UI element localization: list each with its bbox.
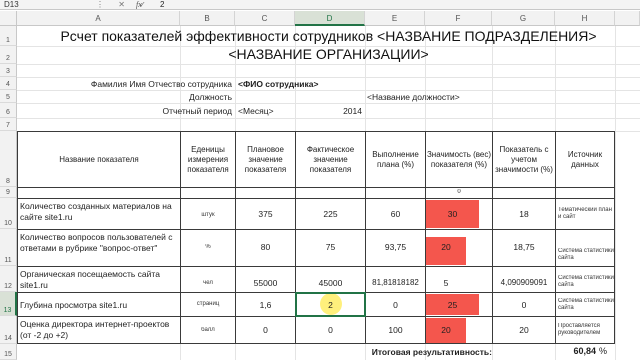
row11-name[interactable]: Количество вопросов пользователей с отве…	[20, 232, 178, 254]
header-name: Название показателя	[59, 155, 139, 164]
row-header-1[interactable]: 1	[0, 26, 17, 46]
row11-unit[interactable]: %	[181, 244, 235, 251]
title-line-1: Рсчет показателей эффективности сотрудни…	[60, 28, 597, 44]
row11-plan[interactable]: 80	[236, 242, 295, 252]
row-header-3[interactable]: 3	[0, 64, 17, 77]
row10-completion[interactable]: 60	[366, 209, 425, 219]
row14-fact[interactable]: 0	[296, 325, 365, 335]
row11-completion[interactable]: 93,75	[366, 242, 425, 252]
row13-plan[interactable]: 1,6	[236, 300, 295, 310]
header-source: Источник данных	[567, 150, 603, 169]
insert-function-icon[interactable]: fx	[136, 0, 142, 9]
row10-unit[interactable]: штук	[181, 212, 235, 219]
row-header-15[interactable]: 15	[0, 344, 17, 360]
active-cell-d13[interactable]	[295, 292, 366, 317]
header-completion: Выполнение плана (%)	[372, 150, 419, 169]
header-weighted: Показатель с учетом значимости (%)	[495, 145, 553, 174]
formula-bar: D13 ⋮ ✕ ✓ fx 2	[0, 0, 640, 10]
row12-weight[interactable]: 5	[426, 278, 466, 288]
row10-name[interactable]: Количество созданных материалов на сайте…	[20, 201, 178, 223]
column-header-a[interactable]: A	[17, 11, 180, 26]
row-header-14[interactable]: 14	[0, 316, 17, 344]
header-plan: Плановое значение показателя	[244, 145, 287, 174]
row9-weight-zero[interactable]: 0	[426, 189, 492, 195]
period-label: Отчетный период	[162, 106, 233, 116]
row14-weighted[interactable]: 20	[493, 325, 555, 335]
row14-plan[interactable]: 0	[236, 325, 295, 335]
row-header-2[interactable]: 2	[0, 46, 17, 64]
row13-unit[interactable]: страниц	[181, 301, 235, 308]
row-header-11[interactable]: 11	[0, 229, 17, 266]
spreadsheet-grid[interactable]: Рсчет показателей эффективности сотрудни…	[17, 26, 640, 360]
row10-weighted[interactable]: 18	[493, 209, 555, 219]
row11-fact[interactable]: 75	[296, 242, 365, 252]
row12-unit[interactable]: чел	[181, 280, 235, 287]
row13-name[interactable]: Глубина просмотра site1.ru	[20, 300, 178, 310]
row13-weight[interactable]: 25	[426, 300, 479, 310]
row12-completion[interactable]: 81,81818182	[366, 278, 425, 287]
row12-plan[interactable]: 55000	[236, 278, 295, 288]
employee-name-value[interactable]: <ФИО сотрудника>	[238, 79, 438, 89]
total-value[interactable]: 60,84	[556, 346, 596, 356]
row10-weight[interactable]: 30	[426, 209, 479, 219]
row12-name[interactable]: Органическая посещаемость сайта site1.ru	[20, 269, 178, 291]
name-box[interactable]: D13	[4, 0, 58, 9]
row10-source[interactable]: Тематический план и сайт	[558, 207, 614, 221]
column-header-h[interactable]: H	[555, 11, 615, 26]
row14-unit[interactable]: балл	[181, 327, 235, 334]
column-header-g[interactable]: G	[492, 11, 555, 26]
row-header-13[interactable]: 13	[0, 292, 17, 316]
position-value[interactable]: <Название должности>	[367, 92, 567, 102]
row-header-6[interactable]: 6	[0, 103, 17, 118]
position-label: Должность	[188, 92, 232, 102]
total-unit: %	[599, 346, 608, 356]
row11-weighted[interactable]: 18,75	[493, 242, 555, 252]
header-weight: Значимость (вес) показателя (%)	[426, 150, 492, 169]
row11-weight[interactable]: 20	[426, 242, 466, 252]
row13-weighted[interactable]: 0	[493, 300, 555, 310]
row-header-7[interactable]: 7	[0, 118, 17, 131]
row10-plan[interactable]: 375	[236, 209, 295, 219]
row-header-12[interactable]: 12	[0, 266, 17, 292]
row13-completion[interactable]: 0	[366, 300, 425, 310]
row-header-5[interactable]: 5	[0, 90, 17, 103]
column-header-f[interactable]: F	[425, 11, 492, 26]
header-fact: Фактическое значение показателя	[306, 145, 355, 174]
row-header-8[interactable]: 8	[0, 131, 17, 187]
header-unit: Еденицы измерения показателя	[187, 145, 229, 174]
row11-source[interactable]: Система статистики сайта	[558, 248, 614, 262]
title-line-2: <НАЗВАНИЕ ОРГАНИЗАЦИИ>	[228, 46, 429, 62]
row12-weighted[interactable]: 4,090909091	[493, 278, 555, 287]
row-header-9[interactable]: 9	[0, 187, 17, 198]
row12-source[interactable]: Система статистики сайта	[558, 275, 614, 289]
column-header-empty[interactable]	[615, 11, 640, 26]
row14-completion[interactable]: 100	[366, 325, 425, 335]
row-header-4[interactable]: 4	[0, 77, 17, 90]
row-header-10[interactable]: 10	[0, 198, 17, 229]
period-month[interactable]: <Месяц>	[238, 106, 308, 116]
column-header-c[interactable]: C	[235, 11, 295, 26]
select-all-corner[interactable]	[0, 11, 17, 26]
row13-source[interactable]: Система статистики сайта	[558, 298, 614, 312]
employee-name-label: Фамилия Имя Отчество сотрудника	[90, 79, 232, 89]
column-header-b[interactable]: B	[180, 11, 235, 26]
formula-input[interactable]: 2	[160, 0, 164, 9]
row10-fact[interactable]: 225	[296, 209, 365, 219]
column-header-d[interactable]: D	[295, 11, 365, 26]
total-label: Итоговая результативность:	[371, 347, 492, 357]
column-header-e[interactable]: E	[365, 11, 425, 26]
period-year[interactable]: 2014	[317, 106, 362, 116]
row14-name[interactable]: Оценка директора интернет-проектов (от -…	[20, 319, 178, 341]
formula-bar-icons[interactable]: ⋮ ✕ ✓	[96, 0, 152, 9]
row14-source[interactable]: Проставляется руководителем	[558, 323, 614, 337]
row12-fact[interactable]: 45000	[296, 278, 365, 288]
row14-weight[interactable]: 20	[426, 325, 466, 335]
